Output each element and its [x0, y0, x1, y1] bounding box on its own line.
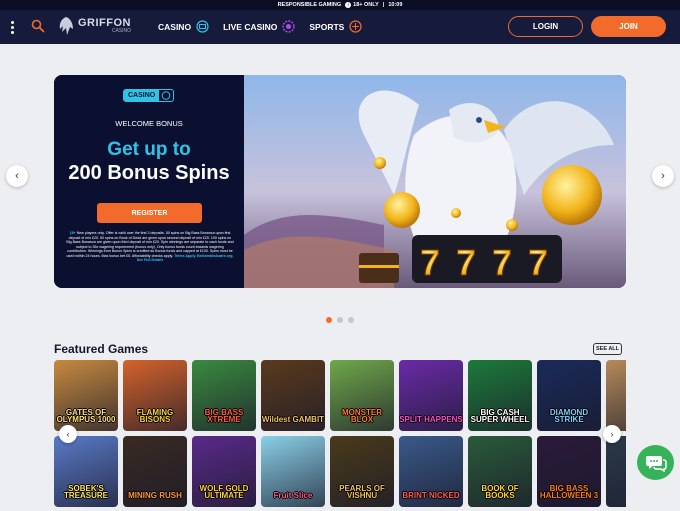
- game-title: FLAMING BISONS: [136, 407, 174, 425]
- featured-games-title: Featured Games: [54, 342, 149, 356]
- site-header: GRIFFON CASINO CASINO LIVE CASINO SPORTS…: [0, 10, 680, 44]
- svg-text:7: 7: [420, 242, 440, 283]
- game-tile[interactable]: SPLIT HAPPENS: [399, 360, 463, 431]
- game-title: Fruit Slice: [273, 491, 313, 501]
- hero-subheadline: 200 Bonus Spins: [68, 162, 230, 184]
- responsible-gaming-bar: RESPONSIBLE GAMING ! 18+ ONLY | 10:09: [0, 0, 680, 10]
- game-title: GATES OF OLYMPUS 1000: [56, 407, 116, 425]
- game-title: MONSTER BLOX: [342, 407, 382, 425]
- game-tile[interactable]: GATES OF OLYMPUS 1000: [54, 360, 118, 431]
- game-tile[interactable]: MONSTER BLOX: [330, 360, 394, 431]
- full-details-link[interactable]: See Full Details: [137, 258, 164, 262]
- game-title: BOOK OF BOOKS: [481, 483, 519, 501]
- game-title: Wildest GAMBIT: [261, 415, 325, 425]
- game-title: PEARLS OF VISHNU: [339, 483, 385, 501]
- hero-dot-1[interactable]: [326, 317, 332, 323]
- game-tile[interactable]: WOLF GOLD ULTIMATE: [192, 436, 256, 507]
- nav-live-casino-label: LIVE CASINO: [223, 21, 278, 32]
- svg-text:7: 7: [492, 242, 512, 283]
- hero-banner[interactable]: CASINO WELCOME BONUS Get up to 200 Bonus…: [54, 75, 626, 288]
- hero-headline: Get up to: [107, 139, 191, 160]
- game-title: SPLIT HAPPENS: [399, 415, 463, 425]
- hero-dot-3[interactable]: [348, 317, 354, 323]
- separator: |: [382, 2, 385, 8]
- live-chat-button[interactable]: [637, 445, 674, 480]
- login-button[interactable]: LOGIN: [508, 16, 583, 37]
- griffin-slot-artwork: 7777: [244, 75, 626, 288]
- casino-badge-label: CASINO: [124, 90, 160, 101]
- game-title: DIAMOND STRIKE: [549, 407, 589, 425]
- clock: 10:09: [388, 2, 403, 8]
- game-tile[interactable]: FLAMING BISONS: [123, 360, 187, 431]
- main-nav: CASINO LIVE CASINO SPORTS: [158, 20, 362, 33]
- age-restriction: ! 18+ ONLY: [345, 2, 379, 8]
- game-title: BIG BASS HALLOWEEN 3: [539, 483, 599, 501]
- age-icon: !: [345, 2, 352, 8]
- casino-badge: CASINO: [123, 89, 175, 102]
- featured-games-grid: GATES OF OLYMPUS 1000 FLAMING BISONS BIG B…: [54, 360, 626, 511]
- join-button[interactable]: JOIN: [591, 16, 666, 37]
- game-tile[interactable]: BOOK OF BOOKS: [468, 436, 532, 507]
- hero-next-button[interactable]: ›: [652, 165, 674, 187]
- griffon-logo-icon: [59, 17, 73, 35]
- game-tile[interactable]: PEARLS OF VISHNU: [330, 436, 394, 507]
- game-tile[interactable]: Fruit Slice: [261, 436, 325, 507]
- game-title: BRINT NICKED: [402, 491, 460, 501]
- game-tile[interactable]: DIAMOND STRIKE: [537, 360, 601, 431]
- nav-live-casino[interactable]: LIVE CASINO: [223, 20, 296, 33]
- griffon-logo[interactable]: GRIFFON CASINO: [57, 15, 131, 37]
- logo-subtext: CASINO: [111, 28, 131, 34]
- hero-pagination: [326, 317, 354, 323]
- terms-link[interactable]: Terms Apply. BeGambleAware.org.: [174, 254, 233, 258]
- game-title: BIG CASH SUPER WHEEL: [470, 407, 530, 425]
- hero-dot-2[interactable]: [337, 317, 343, 323]
- game-tile[interactable]: SOBEK'S TREASURE: [54, 436, 118, 507]
- game-tile[interactable]: MINING RUSH: [123, 436, 187, 507]
- games-prev-button[interactable]: ‹: [59, 425, 77, 443]
- ball-icon: [349, 20, 362, 33]
- game-tile[interactable]: BIG BASS XTREME: [192, 360, 256, 431]
- game-tile[interactable]: [606, 360, 626, 431]
- game-title: BIG BASS XTREME: [204, 407, 244, 425]
- svg-text:7: 7: [456, 242, 476, 283]
- slot-icon: [196, 20, 209, 33]
- game-title: SOBEK'S TREASURE: [63, 483, 108, 501]
- slot-icon: [161, 91, 171, 100]
- nav-casino-label: CASINO: [158, 21, 192, 32]
- menu-dots-icon[interactable]: [8, 19, 16, 35]
- games-next-button[interactable]: ›: [603, 425, 621, 443]
- hero-prev-button[interactable]: ‹: [6, 165, 28, 187]
- game-title: WOLF GOLD ULTIMATE: [199, 483, 249, 501]
- svg-text:7: 7: [528, 242, 548, 283]
- game-tile[interactable]: BIG CASH SUPER WHEEL: [468, 360, 532, 431]
- responsible-gaming-link[interactable]: RESPONSIBLE GAMING: [278, 2, 342, 8]
- nav-casino[interactable]: CASINO: [158, 20, 209, 33]
- chip-icon: [282, 20, 296, 33]
- age-label: 18+ ONLY: [353, 2, 379, 8]
- see-all-button[interactable]: SEE ALL: [593, 343, 622, 355]
- game-tile[interactable]: BIG BASS HALLOWEEN 3: [537, 436, 601, 507]
- search-icon[interactable]: [31, 19, 45, 33]
- welcome-bonus-label: WELCOME BONUS: [115, 119, 183, 128]
- game-title: MINING RUSH: [128, 491, 182, 501]
- register-button[interactable]: REGISTER: [97, 203, 202, 223]
- game-tile[interactable]: [606, 436, 626, 507]
- game-tile[interactable]: Wildest GAMBIT: [261, 360, 325, 431]
- terms-text: 18+ New players only. Offer is valid ove…: [66, 231, 234, 263]
- nav-sports-label: SPORTS: [309, 21, 345, 32]
- terms-age: 18+: [69, 231, 76, 235]
- nav-sports[interactable]: SPORTS: [309, 20, 362, 33]
- game-tile[interactable]: BRINT NICKED: [399, 436, 463, 507]
- hero-promo-panel: CASINO WELCOME BONUS Get up to 200 Bonus…: [54, 75, 244, 288]
- chat-icon: [645, 455, 667, 472]
